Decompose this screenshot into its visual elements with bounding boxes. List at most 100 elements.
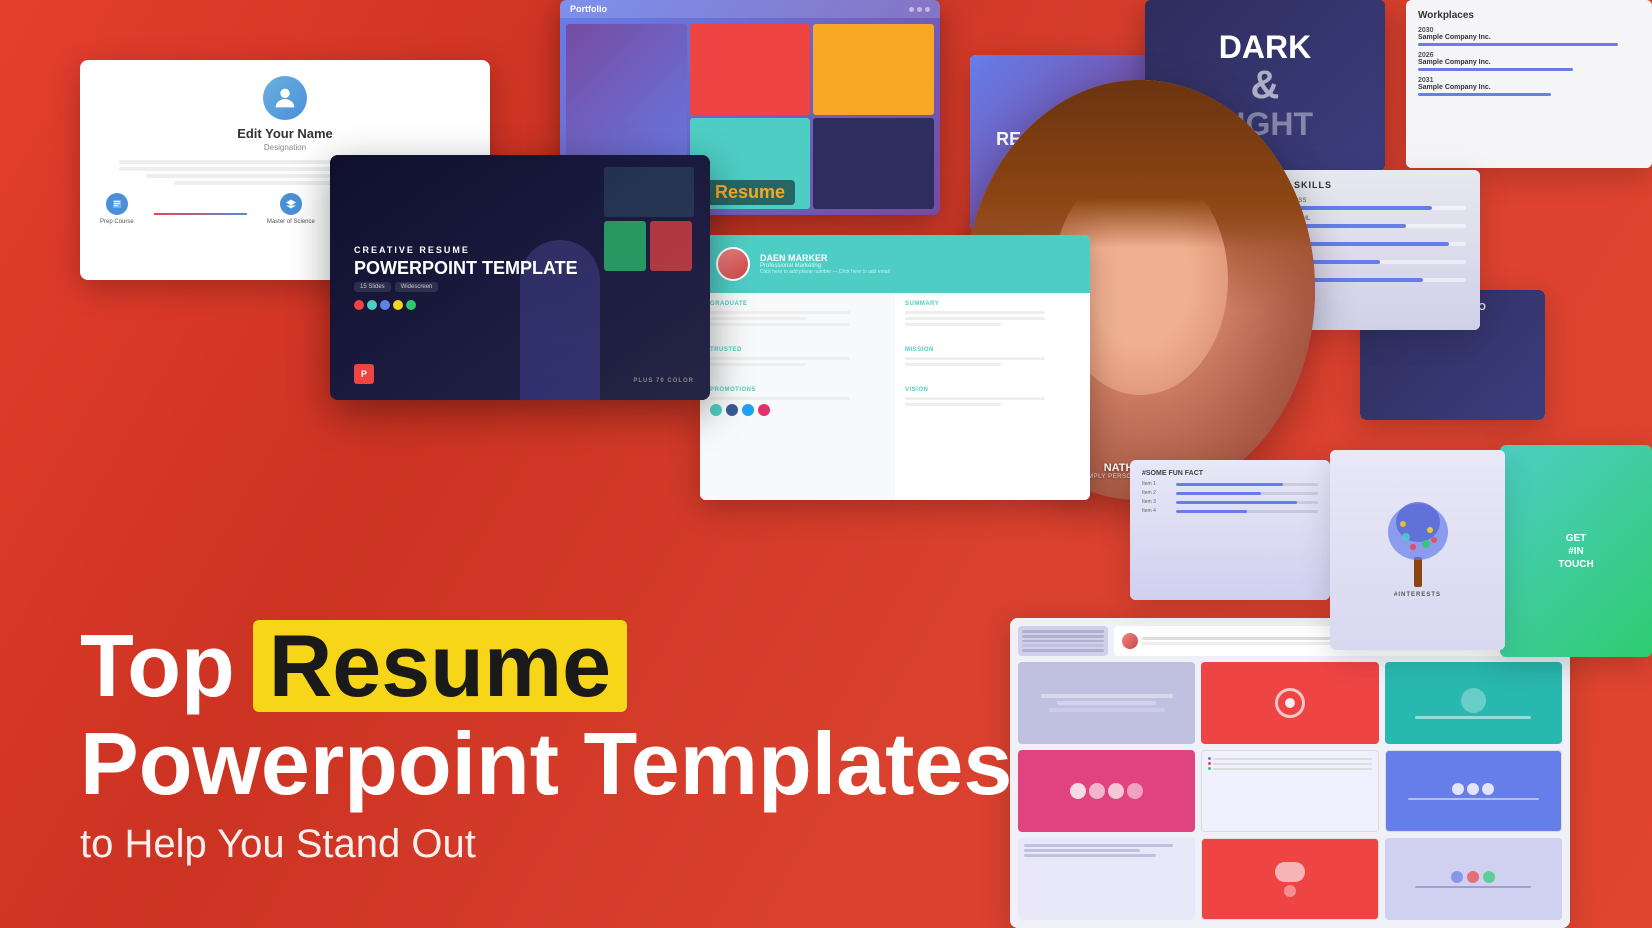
line-3 [1213, 768, 1371, 770]
preview-sm-1 [604, 221, 646, 271]
portfolio-title: Portfolio [570, 4, 607, 14]
creative-title-top: CREATIVE RESUME [354, 245, 578, 255]
social-icons [710, 404, 885, 416]
workplace-company-2: Sample Company Inc. [1418, 59, 1640, 66]
workplace-item-2: 2026 Sample Company Inc. [1418, 52, 1640, 71]
headline-line-1: Top Resume [80, 620, 1012, 712]
fun-bar-track-3 [1176, 501, 1318, 504]
prof-line-6 [710, 397, 850, 400]
fun-bar-track-1 [1176, 483, 1318, 486]
skill-bar-bg-2 [1294, 224, 1466, 228]
prof-line-r6 [905, 397, 1045, 400]
in-text: #IN [1558, 545, 1593, 558]
fun-bar-fill-1 [1176, 483, 1283, 486]
prof-right: SUMMARY MISSION VISION [895, 293, 1090, 500]
cell-2-circle [1275, 688, 1305, 718]
section-trusted: TRUSTED [710, 347, 885, 353]
color-dot-1 [354, 300, 364, 310]
simple-resume-name: Edit Your Name [100, 126, 470, 141]
fun-fact-inner: #SOME FUN FACT Item 1 Item 2 Item 3 Item… [1130, 460, 1330, 600]
grid-nav [1018, 626, 1108, 656]
timeline-label-2: Master of Science [267, 219, 315, 225]
social-icon-1 [710, 404, 722, 416]
section-vision: VISION [905, 387, 1080, 393]
portfolio-dots [909, 7, 930, 12]
fun-bar-4: Item 4 [1142, 508, 1318, 514]
bottom-line-3 [1024, 854, 1156, 857]
card-professional-resume[interactable]: DAEN MARKER Professional Marketing Click… [700, 235, 1090, 500]
main-container: Top Resume Powerpoint Templates to Help … [0, 0, 1652, 928]
timeline-dot-2: Master of Science [267, 193, 315, 225]
prof-line-r1 [905, 311, 1045, 314]
book-icon [106, 193, 128, 215]
circle-4 [1127, 783, 1143, 799]
prof-line-5 [710, 363, 806, 366]
professional-info: DAEN MARKER Professional Marketing Click… [760, 253, 890, 275]
timeline-line [154, 213, 247, 215]
social-line [1408, 798, 1539, 800]
professional-body: GRADUATE TRUSTED PROMOTIONS [700, 293, 1090, 500]
cell-1-line-2 [1057, 701, 1156, 705]
fun-bar-label-4: Item 4 [1142, 508, 1172, 514]
card-get-in-touch[interactable]: GET #IN TOUCH [1500, 445, 1652, 657]
workplace-item-1: 2030 Sample Company Inc. [1418, 27, 1640, 46]
cell-4-inner [1024, 756, 1189, 826]
grid-cell-8 [1201, 838, 1378, 920]
headline-line-3: to Help You Stand Out [80, 820, 1012, 868]
card-creative-resume[interactable]: CREATIVE RESUME POWERPOINT TEMPLATE 15 S… [330, 155, 710, 400]
cell-3-line [1415, 716, 1531, 719]
social-f [1452, 783, 1464, 795]
badge-1: 15 Slides [354, 282, 391, 292]
portfolio-header: Portfolio [560, 0, 940, 18]
fun-bar-fill-3 [1176, 501, 1297, 504]
fun-bar-track-4 [1176, 510, 1318, 513]
fun-bar-label-1: Item 1 [1142, 481, 1172, 487]
skill-bar-bg-5 [1294, 278, 1466, 282]
dot-1 [909, 7, 914, 12]
card-bottom-grid[interactable] [1010, 618, 1570, 928]
grid-cell-1 [1018, 662, 1195, 744]
section-promotions: PROMOTIONS [710, 387, 885, 393]
bottom-bar [1415, 886, 1531, 888]
circle-2 [1089, 783, 1105, 799]
card-fun-fact[interactable]: #SOME FUN FACT Item 1 Item 2 Item 3 Item… [1130, 460, 1330, 600]
prof-line-3 [710, 323, 850, 326]
timeline-label-1: Prep Course [100, 219, 134, 225]
get-touch-text: GET #IN TOUCH [1558, 532, 1593, 571]
bottom-dots [1451, 871, 1495, 883]
creative-text: CREATIVE RESUME POWERPOINT TEMPLATE 15 S… [354, 245, 578, 311]
card-tree-interests[interactable]: #INTERESTS [1330, 450, 1505, 650]
social-t [1467, 783, 1479, 795]
skill-item-2: HTML [1294, 216, 1466, 228]
workplace-year-3: 2031 [1418, 77, 1640, 84]
headline-area: Top Resume Powerpoint Templates to Help … [80, 620, 1012, 868]
line-1 [1213, 758, 1371, 760]
cell-3-circle [1461, 688, 1486, 713]
workplaces-title: Workplaces [1418, 10, 1640, 21]
section-mission: MISSION [905, 347, 1080, 353]
skill-label-2: HTML [1294, 216, 1466, 222]
tree-inner: #INTERESTS [1330, 450, 1505, 650]
workplace-company-1: Sample Company Inc. [1418, 34, 1640, 41]
section-summary: SUMMARY [905, 301, 1080, 307]
creative-preview [604, 167, 694, 271]
dot-3 [925, 7, 930, 12]
professional-avatar [716, 247, 750, 281]
get-touch-inner: GET #IN TOUCH [1500, 445, 1652, 657]
professional-header: DAEN MARKER Professional Marketing Click… [700, 235, 1090, 293]
nav-line-4 [1022, 644, 1104, 647]
bottom-line-2 [1024, 849, 1140, 852]
preview-row [604, 221, 694, 271]
prof-line-r4 [905, 357, 1045, 360]
skill-bar-bg-3 [1294, 242, 1466, 246]
dot-1 [1208, 757, 1211, 760]
skill-item-3: JS [1294, 234, 1466, 246]
creative-inner: CREATIVE RESUME POWERPOINT TEMPLATE 15 S… [330, 155, 710, 400]
skill-bar-bg-1 [1294, 206, 1466, 210]
circle-1 [1070, 783, 1086, 799]
prof-line-4 [710, 357, 850, 360]
header-avatar [1122, 633, 1138, 649]
cloud-area [1275, 862, 1305, 897]
card-workplaces[interactable]: Workplaces 2030 Sample Company Inc. 2026… [1406, 0, 1652, 168]
grid-cell-3 [1385, 662, 1562, 744]
